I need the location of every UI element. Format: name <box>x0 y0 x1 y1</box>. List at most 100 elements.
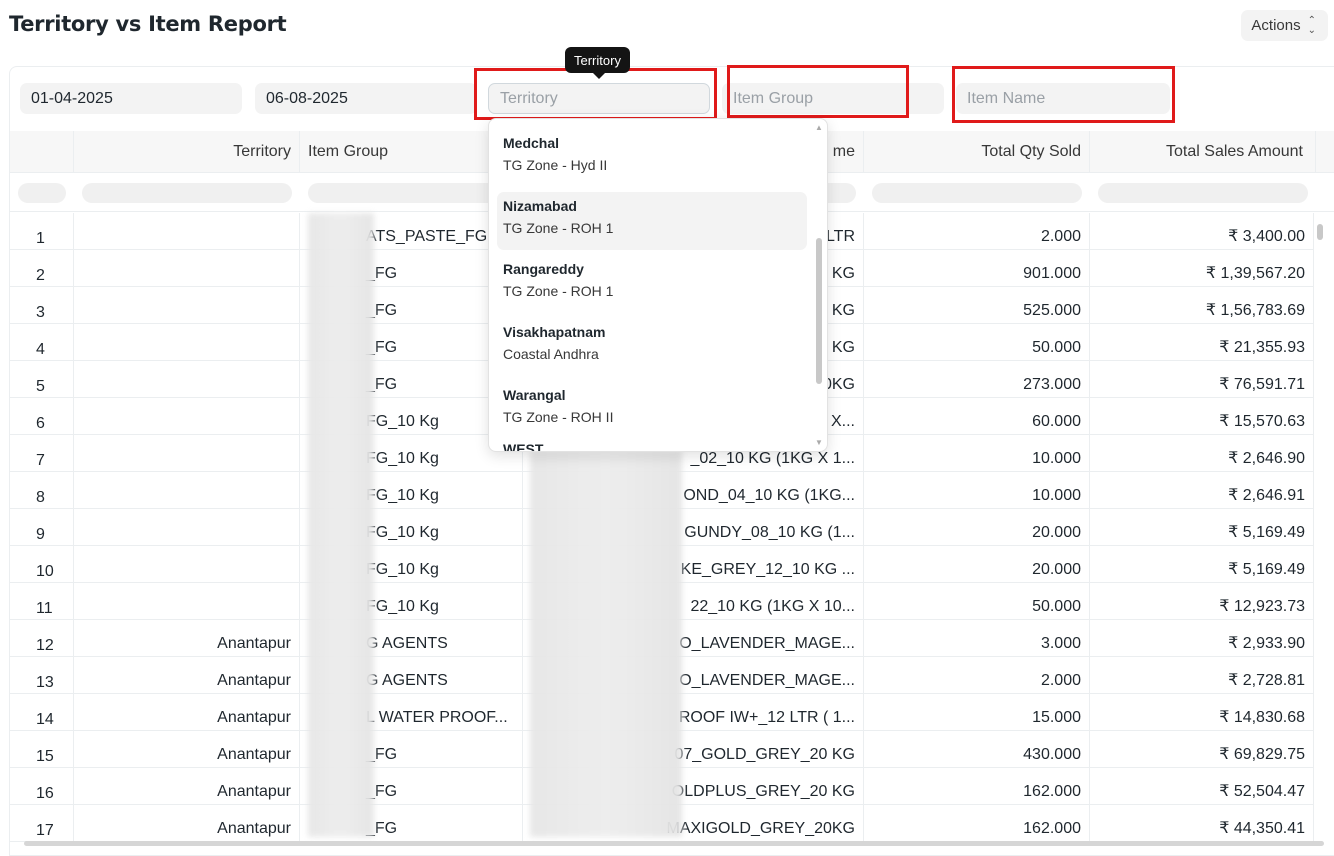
cell-territory <box>74 472 300 509</box>
cell-qty: 162.000 <box>864 768 1090 805</box>
cell-amount: ₹ 76,591.71 <box>1090 361 1314 398</box>
cell-territory <box>74 583 300 620</box>
row-index: 11 <box>10 583 74 620</box>
cell-territory: Anantapur <box>74 805 300 842</box>
page-title: Territory vs Item Report <box>9 12 287 36</box>
header-territory[interactable]: Territory <box>74 131 300 173</box>
cell-amount: ₹ 3,400.00 <box>1090 213 1314 250</box>
row-index: 5 <box>10 361 74 398</box>
dropdown-option[interactable]: Medchal TG Zone - Hyd II <box>497 129 807 187</box>
cell-amount: ₹ 2,728.81 <box>1090 657 1314 694</box>
option-name: Medchal <box>503 135 560 151</box>
row-index: 16 <box>10 768 74 805</box>
territory-field[interactable]: Territory <box>488 83 710 114</box>
territory-column-filter[interactable] <box>82 183 292 203</box>
row-index: 2 <box>10 250 74 287</box>
cell-territory <box>74 509 300 546</box>
cell-territory <box>74 324 300 361</box>
cell-territory: Anantapur <box>74 694 300 731</box>
row-index: 6 <box>10 398 74 435</box>
cell-amount: ₹ 52,504.47 <box>1090 768 1314 805</box>
row-index: 12 <box>10 620 74 657</box>
cell-amount: ₹ 2,933.90 <box>1090 620 1314 657</box>
row-index: 1 <box>10 213 74 250</box>
row-index: 4 <box>10 324 74 361</box>
option-name: Nizamabad <box>503 198 577 214</box>
cell-qty: 525.000 <box>864 287 1090 324</box>
cell-territory <box>74 546 300 583</box>
tooltip-arrow <box>593 73 605 79</box>
dropdown-option[interactable]: Warangal TG Zone - ROH II <box>497 381 807 439</box>
actions-button[interactable]: Actions ⌃ ⌄ <box>1241 10 1328 41</box>
cell-territory: Anantapur <box>74 768 300 805</box>
cell-territory <box>74 213 300 250</box>
cell-qty: 20.000 <box>864 546 1090 583</box>
cell-amount: ₹ 5,169.49 <box>1090 509 1314 546</box>
cell-territory <box>74 287 300 324</box>
cell-qty: 2.000 <box>864 213 1090 250</box>
item-name-field[interactable]: Item Name <box>956 83 1170 114</box>
cell-qty: 60.000 <box>864 398 1090 435</box>
option-name: Visakhapatnam <box>503 324 606 340</box>
cell-territory <box>74 361 300 398</box>
cell-amount: ₹ 21,355.93 <box>1090 324 1314 361</box>
dropdown-option[interactable]: Rangareddy TG Zone - ROH 1 <box>497 255 807 313</box>
option-zone: TG Zone - ROH 1 <box>503 220 614 236</box>
cell-territory <box>74 435 300 472</box>
cell-amount: ₹ 69,829.75 <box>1090 731 1314 768</box>
cell-qty: 901.000 <box>864 250 1090 287</box>
cell-amount: ₹ 1,39,567.20 <box>1090 250 1314 287</box>
cell-qty: 10.000 <box>864 472 1090 509</box>
row-index: 17 <box>10 805 74 842</box>
to-date-field[interactable]: 06-08-2025 <box>255 83 477 114</box>
header-total-sales[interactable]: Total Sales Amount <box>1090 131 1316 173</box>
cell-amount: ₹ 44,350.41 <box>1090 805 1314 842</box>
table-scroll-thumb[interactable] <box>1317 224 1323 240</box>
index-filter[interactable] <box>18 183 66 203</box>
dropdown-partial-item[interactable]: WEST ... <box>503 441 559 451</box>
cell-qty: 10.000 <box>864 435 1090 472</box>
dropdown-option[interactable]: Nizamabad TG Zone - ROH 1 <box>497 192 807 250</box>
table-horizontal-scrollbar[interactable] <box>24 841 1324 846</box>
row-index: 14 <box>10 694 74 731</box>
option-zone: TG Zone - ROH 1 <box>503 283 614 299</box>
dropdown-option[interactable]: Visakhapatnam Coastal Andhra <box>497 318 807 376</box>
cell-qty: 20.000 <box>864 509 1090 546</box>
scroll-down-icon[interactable]: ▼ <box>815 438 823 447</box>
option-name: Rangareddy <box>503 261 584 277</box>
item-group-field[interactable]: Item Group <box>722 83 944 114</box>
header-total-qty[interactable]: Total Qty Sold <box>864 131 1090 173</box>
sales-column-filter[interactable] <box>1098 183 1308 203</box>
redacted-item-name <box>530 451 682 837</box>
option-zone: Coastal Andhra <box>503 346 599 362</box>
dropdown-scroll-thumb[interactable] <box>816 238 822 384</box>
cell-amount: ₹ 14,830.68 <box>1090 694 1314 731</box>
cell-qty: 273.000 <box>864 361 1090 398</box>
cell-territory: Anantapur <box>74 731 300 768</box>
cell-territory <box>74 250 300 287</box>
scroll-up-icon[interactable]: ▲ <box>815 123 823 132</box>
table-vertical-scrollbar[interactable] <box>1316 212 1324 842</box>
cell-territory: Anantapur <box>74 657 300 694</box>
row-index: 10 <box>10 546 74 583</box>
cell-amount: ₹ 12,923.73 <box>1090 583 1314 620</box>
qty-column-filter[interactable] <box>872 183 1082 203</box>
row-index: 9 <box>10 509 74 546</box>
from-date-field[interactable]: 01-04-2025 <box>20 83 242 114</box>
cell-territory: Anantapur <box>74 620 300 657</box>
cell-amount: ₹ 5,169.49 <box>1090 546 1314 583</box>
redacted-item-group <box>308 213 374 837</box>
row-index: 13 <box>10 657 74 694</box>
option-name: Warangal <box>503 387 566 403</box>
row-index: 15 <box>10 731 74 768</box>
cell-qty: 2.000 <box>864 657 1090 694</box>
territory-tooltip: Territory <box>565 47 630 73</box>
cell-amount: ₹ 2,646.91 <box>1090 472 1314 509</box>
cell-qty: 430.000 <box>864 731 1090 768</box>
option-zone: TG Zone - ROH II <box>503 409 614 425</box>
dropdown-scrollbar[interactable]: ▲ ▼ <box>815 123 823 447</box>
cell-territory <box>74 398 300 435</box>
cell-qty: 3.000 <box>864 620 1090 657</box>
item-group-column-filter[interactable] <box>308 183 516 203</box>
cell-amount: ₹ 1,56,783.69 <box>1090 287 1314 324</box>
